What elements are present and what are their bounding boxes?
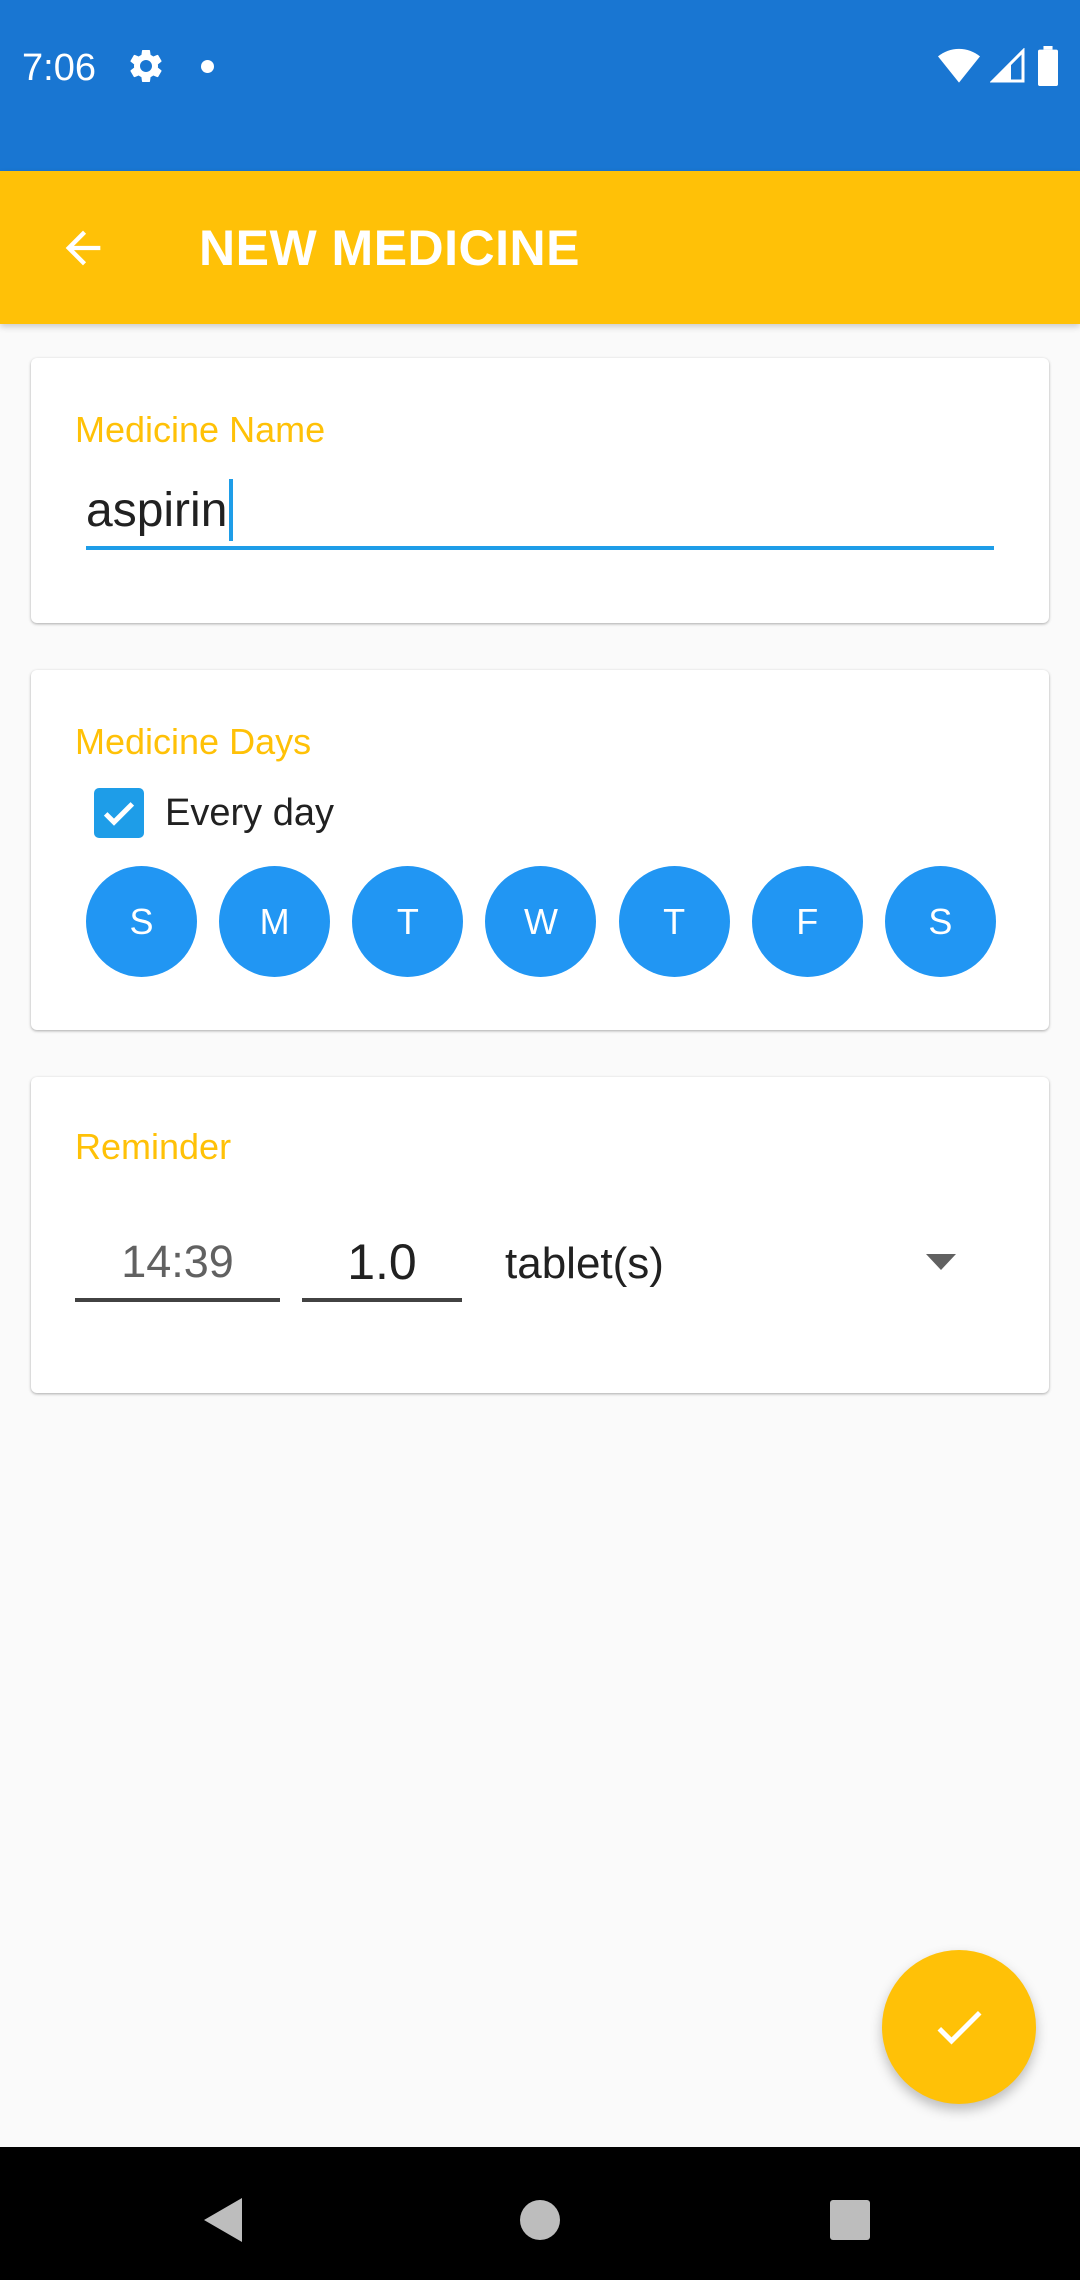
checkmark-icon xyxy=(103,802,135,826)
day-monday-button[interactable]: M xyxy=(219,866,331,977)
medicine-name-card: Medicine Name aspirin xyxy=(31,358,1049,623)
status-icons xyxy=(938,46,1060,86)
notification-dot-icon xyxy=(201,60,214,73)
nav-back-button[interactable] xyxy=(194,2190,254,2250)
back-triangle-icon xyxy=(204,2198,242,2242)
weekday-selector: S M T W T F S xyxy=(86,866,996,978)
medicine-name-value: aspirin xyxy=(86,476,234,546)
check-icon xyxy=(937,2010,982,2045)
medicine-name-label: Medicine Name xyxy=(75,409,326,450)
home-circle-icon xyxy=(520,2200,560,2240)
nav-recents-button[interactable] xyxy=(820,2190,880,2250)
reminder-label: Reminder xyxy=(75,1126,232,1167)
text-caret xyxy=(229,479,234,542)
day-sunday-button[interactable]: S xyxy=(86,866,197,977)
medicine-days-card: Medicine Days Every day S M T W T F S xyxy=(31,670,1049,1030)
day-friday-button[interactable]: F xyxy=(751,866,863,977)
day-tuesday-button[interactable]: T xyxy=(352,866,464,977)
back-button[interactable] xyxy=(40,205,126,291)
status-time: 7:06 xyxy=(22,47,96,89)
day-saturday-button[interactable]: S xyxy=(884,866,996,977)
medicine-name-input[interactable]: aspirin xyxy=(86,476,994,550)
reminder-dose-field[interactable]: 1.0 xyxy=(302,1227,462,1302)
dropdown-arrow-icon[interactable] xyxy=(911,1242,971,1282)
day-thursday-button[interactable]: T xyxy=(618,866,730,977)
reminder-card: Reminder 14:39 1.0 tablet(s) xyxy=(31,1077,1049,1393)
every-day-label: Every day xyxy=(165,791,334,834)
wifi-icon xyxy=(938,48,980,83)
every-day-checkbox-row[interactable]: Every day xyxy=(94,786,334,840)
reminder-time-field[interactable]: 14:39 xyxy=(75,1227,280,1302)
battery-icon xyxy=(1038,46,1058,86)
nav-home-button[interactable] xyxy=(510,2190,570,2250)
arrow-back-icon xyxy=(65,230,101,266)
gear-icon xyxy=(130,50,162,82)
day-wednesday-button[interactable]: W xyxy=(485,866,597,977)
page-title: NEW MEDICINE xyxy=(199,220,580,276)
every-day-checkbox[interactable] xyxy=(94,788,144,838)
recents-square-icon xyxy=(830,2200,870,2240)
save-fab-button[interactable] xyxy=(882,1950,1036,2104)
medicine-days-label: Medicine Days xyxy=(75,721,312,762)
app-bar: NEW MEDICINE xyxy=(0,171,1080,324)
signal-icon xyxy=(990,48,1025,83)
status-bar: 7:06 xyxy=(0,0,1080,171)
dose-unit-select[interactable]: tablet(s) xyxy=(505,1234,664,1294)
